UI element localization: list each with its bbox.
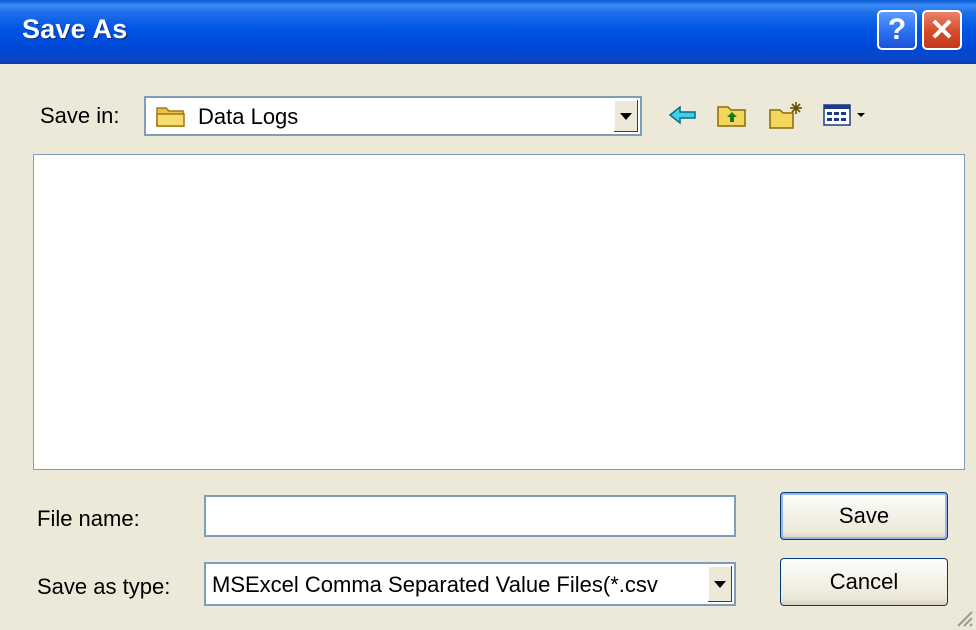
- help-icon: ?: [887, 13, 907, 46]
- help-button[interactable]: ?: [877, 10, 917, 50]
- cancel-button-label: Cancel: [829, 569, 899, 594]
- save-in-dropdown[interactable]: Data Logs: [144, 96, 642, 136]
- create-new-folder-button[interactable]: [765, 98, 807, 136]
- back-arrow-icon: [668, 104, 698, 131]
- save-as-type-label: Save as type:: [37, 574, 171, 599]
- file-name-label: File name:: [37, 506, 140, 531]
- cancel-button[interactable]: Cancel: [780, 558, 948, 606]
- resize-grip[interactable]: [952, 606, 974, 628]
- save-as-type-dropdown-arrow[interactable]: [707, 566, 732, 602]
- back-button[interactable]: [665, 98, 701, 136]
- resize-grip-icon: [957, 611, 973, 627]
- save-as-type-value: MSExcel Comma Separated Value Files(*.cs…: [212, 572, 658, 597]
- dialog-title: Save As: [22, 14, 128, 44]
- create-new-folder-icon: [768, 100, 804, 135]
- save-button[interactable]: Save: [780, 492, 948, 540]
- view-menu-icon: [822, 102, 872, 133]
- close-button[interactable]: ✕: [922, 10, 962, 50]
- up-one-level-button[interactable]: [712, 98, 752, 136]
- save-in-label: Save in:: [40, 103, 120, 128]
- save-as-dialog: Save As ? ✕ Save in: Data Logs File name…: [0, 0, 976, 630]
- chevron-down-icon: [620, 112, 632, 120]
- title-bar[interactable]: Save As ? ✕: [0, 0, 976, 64]
- up-one-level-icon: [716, 102, 748, 133]
- folder-icon: [156, 104, 186, 133]
- chevron-down-icon: [714, 580, 726, 588]
- save-as-type-dropdown[interactable]: MSExcel Comma Separated Value Files(*.cs…: [204, 562, 736, 606]
- close-icon: ✕: [929, 13, 955, 47]
- file-name-input[interactable]: [204, 495, 736, 537]
- view-menu-button[interactable]: [818, 98, 876, 136]
- save-in-value: Data Logs: [198, 104, 299, 129]
- file-list[interactable]: [33, 154, 965, 470]
- save-button-label: Save: [838, 503, 890, 528]
- save-in-dropdown-arrow[interactable]: [613, 100, 638, 132]
